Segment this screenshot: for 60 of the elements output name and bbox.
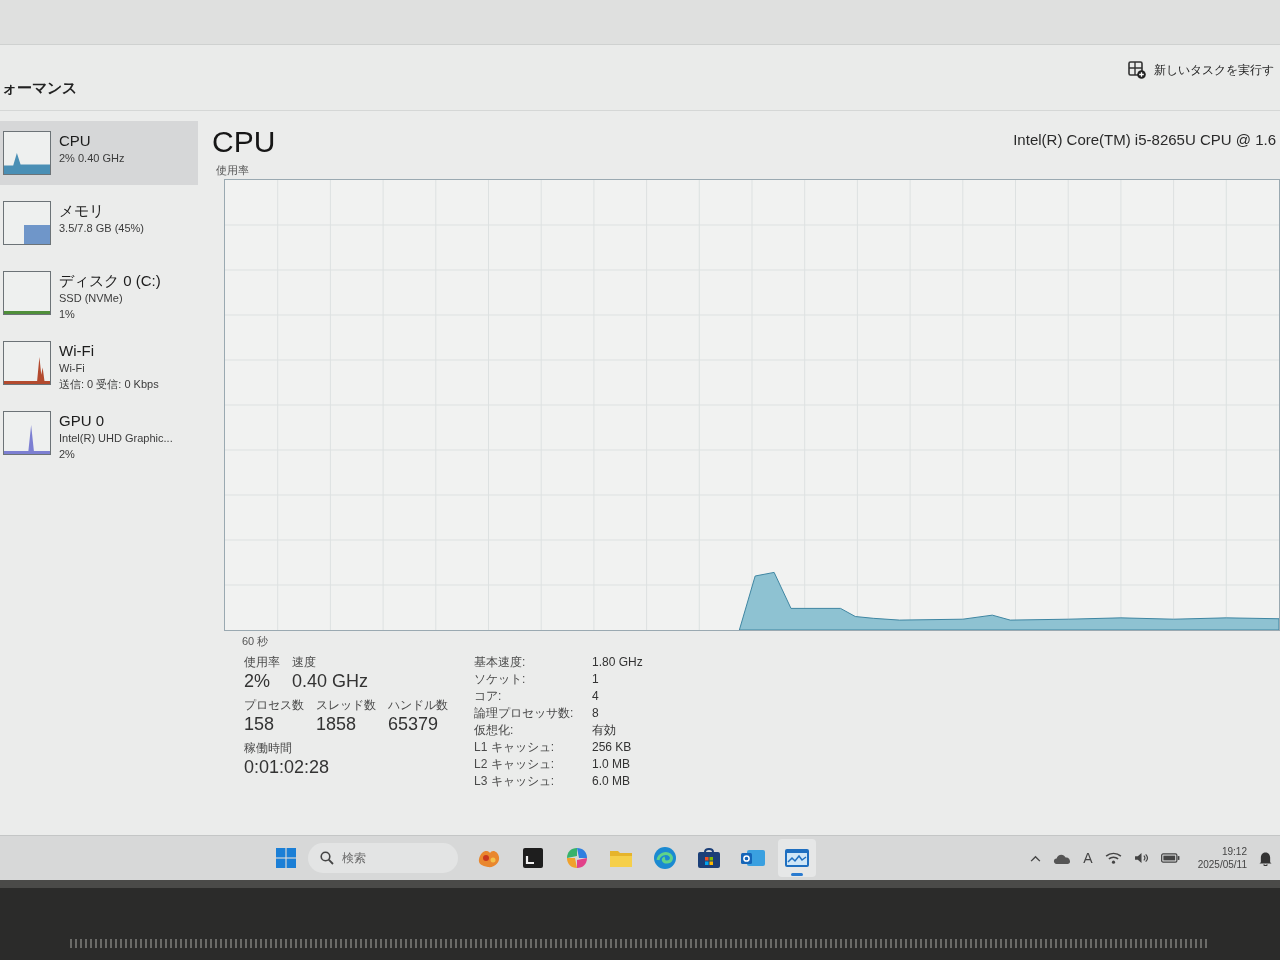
pinwheel-icon xyxy=(566,847,588,869)
spec-value: 8 xyxy=(592,705,600,722)
spec-value: 6.0 MB xyxy=(592,773,631,790)
clock-time[interactable]: 19:12 xyxy=(1221,845,1247,858)
spec-value: 1 xyxy=(592,671,600,688)
spec-value: 4 xyxy=(592,688,600,705)
stat-label: スレッド数 xyxy=(316,697,376,713)
spec-value: 1.0 MB xyxy=(592,756,631,773)
app-tile-icon xyxy=(523,848,543,868)
section-title: CPU xyxy=(212,125,276,159)
stat-value: 0:01:02:28 xyxy=(244,756,330,779)
sidebar-item[interactable]: メモリ 3.5/7.8 GB (45%) xyxy=(0,191,198,255)
stat-label: 速度 xyxy=(292,654,317,670)
letter-tile-icon xyxy=(741,848,765,868)
cloud-icon[interactable] xyxy=(1053,852,1072,864)
stat-label: 稼働時間 xyxy=(244,740,293,756)
ime-indicator[interactable]: A xyxy=(1083,847,1093,869)
spec-label: コア: xyxy=(474,688,503,705)
chevron-up-icon[interactable] xyxy=(1030,854,1042,862)
stat-value: 65379 xyxy=(388,713,440,736)
run-new-task-button[interactable]: 新しいタスクを実行す xyxy=(1124,57,1278,83)
stat-value: 0.40 GHz xyxy=(292,670,369,693)
sidebar-item[interactable]: ディスク 0 (C:) SSD (NVMe) 1% xyxy=(0,261,198,325)
folder-icon xyxy=(610,849,632,867)
spec-label: 仮想化: xyxy=(474,722,515,739)
stat-label: 使用率 xyxy=(244,654,280,670)
battery-icon[interactable] xyxy=(1160,853,1180,863)
spiral-disc-icon xyxy=(654,847,676,869)
search-field[interactable]: 検索 xyxy=(308,843,458,873)
time-span-label: 60 秒 xyxy=(242,635,269,648)
page-title: ォーマンス xyxy=(2,78,77,98)
stat-label: プロセス数 xyxy=(244,697,304,713)
spec-label: ソケット: xyxy=(474,671,527,688)
stat-value: 1858 xyxy=(316,713,358,736)
spec-label: 基本速度: xyxy=(474,654,527,671)
four-squares-icon xyxy=(276,848,296,868)
spec-label: L1 キャッシュ: xyxy=(474,739,555,756)
search-icon xyxy=(320,851,334,865)
spec-value: 有効 xyxy=(592,722,617,739)
speaker-icon[interactable] xyxy=(1133,852,1149,864)
stat-label: ハンドル数 xyxy=(388,697,448,713)
graph-window-icon xyxy=(785,849,809,867)
bell-icon[interactable] xyxy=(1259,850,1272,866)
active-indicator xyxy=(791,873,803,876)
graph-label: 使用率 xyxy=(216,163,249,177)
shopping-bag-icon xyxy=(698,848,720,868)
wifi-icon[interactable] xyxy=(1104,852,1122,864)
task-add-icon xyxy=(1128,61,1146,79)
spec-value: 1.80 GHz xyxy=(592,654,643,671)
stat-value: 158 xyxy=(244,713,276,736)
stat-value: 2% xyxy=(244,670,271,693)
sidebar-item[interactable]: GPU 0 Intel(R) UHD Graphic... 2% xyxy=(0,401,198,465)
clock-date[interactable]: 2025/05/11 xyxy=(1197,858,1247,871)
spec-value: 256 KB xyxy=(592,739,633,756)
processor-name: Intel(R) Core(TM) i5-8265U CPU @ 1.6 xyxy=(1013,130,1277,150)
sidebar-item[interactable]: Wi-Fi Wi-Fi 送信: 0 受信: 0 Kbps xyxy=(0,331,198,395)
spec-label: 論理プロセッサ数: xyxy=(474,705,575,722)
sidebar-item[interactable]: CPU 2% 0.40 GHz xyxy=(0,121,198,185)
spec-label: L3 キャッシュ: xyxy=(474,773,555,790)
spec-label: L2 キャッシュ: xyxy=(474,756,555,773)
